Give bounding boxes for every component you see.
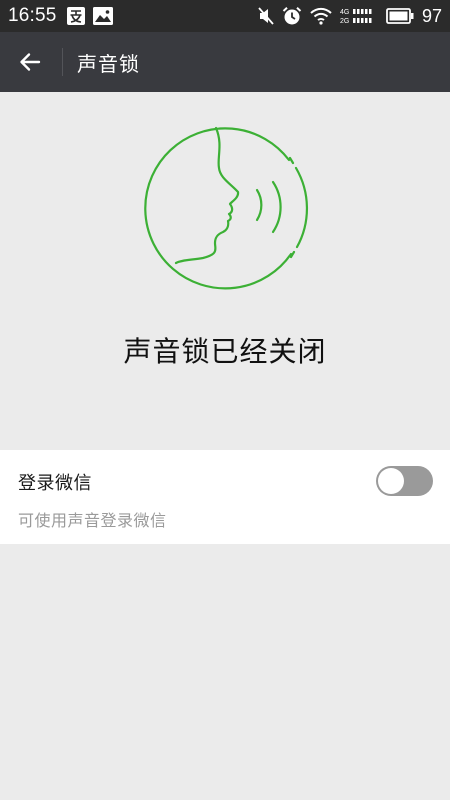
status-right-icons: 4G 2G 97 xyxy=(258,6,442,27)
arrow-left-icon xyxy=(20,53,41,71)
status-time: 16:55 xyxy=(8,5,57,26)
voice-face-icon xyxy=(144,126,309,290)
setting-title: 登录微信 xyxy=(18,473,92,494)
network-label-4g: 4G xyxy=(340,9,349,16)
back-button[interactable] xyxy=(0,32,60,92)
toggle-knob xyxy=(378,468,404,494)
status-bar: 16:55 4G 2G 97 xyxy=(0,0,450,32)
status-left-icons xyxy=(66,7,113,25)
voice-lock-status: 声音锁已经关闭 xyxy=(123,335,327,368)
alipay-icon xyxy=(66,7,85,25)
signal-icon: 4G 2G xyxy=(340,9,372,25)
image-icon xyxy=(92,7,113,25)
hero-section: 声音锁已经关闭 xyxy=(0,92,450,450)
battery-icon xyxy=(386,8,414,24)
mute-icon xyxy=(258,7,274,25)
wifi-icon xyxy=(310,7,332,25)
setting-description: 可使用声音登录微信 xyxy=(18,511,167,530)
alarm-icon xyxy=(282,7,302,25)
login-wechat-toggle[interactable] xyxy=(376,466,433,496)
setting-row-login-wechat: 登录微信 可使用声音登录微信 xyxy=(0,450,450,544)
page-title: 声音锁 xyxy=(77,51,140,76)
app-bar-divider xyxy=(62,48,63,76)
network-label-2g: 2G xyxy=(340,18,349,25)
battery-level: 97 xyxy=(421,5,442,26)
app-bar: 声音锁 xyxy=(0,32,450,92)
